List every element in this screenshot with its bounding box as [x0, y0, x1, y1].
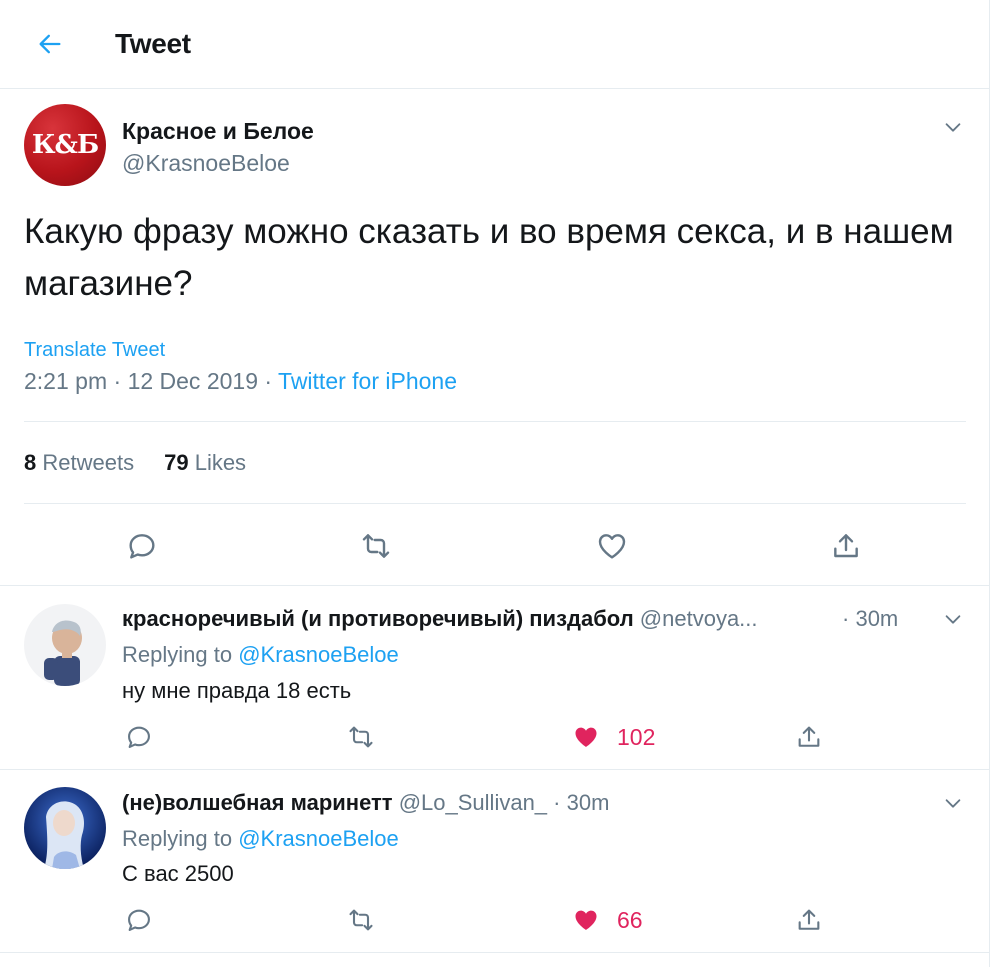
translate-tweet-link[interactable]: Translate Tweet: [24, 339, 165, 362]
section-divider: [0, 585, 990, 586]
divider: [24, 421, 966, 422]
retweet-button[interactable]: [343, 903, 379, 937]
reply-icon: [128, 726, 150, 748]
replying-to: Replying to @KrasnoeBeloe: [122, 826, 399, 852]
like-button[interactable]: [568, 903, 604, 937]
reply-text: С вас 2500: [122, 861, 234, 886]
tweet-text: Какую фразу можно сказать и во время сек…: [24, 212, 954, 303]
chevron-down-icon: [945, 615, 961, 624]
avatar[interactable]: [24, 787, 106, 869]
tweet-stats: 8 Retweets 79 Likes: [24, 450, 246, 476]
retweets-count: 8: [24, 450, 37, 475]
reply-icon: [129, 534, 155, 559]
reply-button[interactable]: [122, 720, 156, 754]
tweet-date[interactable]: 12 Dec 2019: [128, 368, 258, 394]
chevron-down-icon: [945, 123, 961, 132]
tweet-metadata: 2:21 pm · 12 Dec 2019 · Twitter for iPho…: [24, 368, 457, 395]
retweets-label: Retweets: [42, 450, 135, 475]
reply-author-name[interactable]: красноречивый (и противоречивый) пиздабо…: [122, 606, 634, 631]
like-count: 66: [617, 907, 643, 933]
reply-author-name[interactable]: (не)волшебная маринетт: [122, 790, 393, 815]
arrow-left-icon: [39, 34, 61, 54]
share-icon: [798, 726, 820, 747]
share-button[interactable]: [826, 526, 866, 566]
reply-menu-button[interactable]: [940, 790, 966, 816]
reply-menu-button[interactable]: [940, 606, 966, 632]
share-icon: [798, 909, 820, 930]
reply-header: красноречивый (и противоречивый) пиздабо…: [122, 606, 758, 632]
reply-author-handle[interactable]: @netvoya...: [640, 606, 758, 631]
avatar[interactable]: К&Б: [24, 104, 106, 186]
author-name[interactable]: Красное и Белое: [122, 118, 314, 145]
page-header: Tweet: [0, 0, 990, 89]
page-title: Tweet: [115, 28, 191, 59]
tweet-source-link[interactable]: Twitter for iPhone: [278, 368, 457, 394]
tweet-menu-button[interactable]: [940, 114, 966, 140]
heart-outline-icon: [598, 534, 626, 559]
reply-author-handle[interactable]: @Lo_Sullivan_: [399, 790, 547, 815]
share-icon: [834, 534, 858, 558]
like-button[interactable]: [592, 526, 632, 566]
like-button[interactable]: [568, 720, 604, 754]
reply-header: (не)волшебная маринетт @Lo_Sullivan_ · 3…: [122, 790, 609, 816]
share-button[interactable]: [792, 903, 826, 937]
likes-label: Likes: [194, 450, 247, 475]
reply-text: ну мне правда 18 есть: [122, 678, 352, 703]
timeline-column: Tweet К&Б Красное и Белое @KrasnoeBeloe …: [0, 0, 990, 967]
section-divider: [0, 952, 990, 953]
replying-prefix: Replying to: [122, 642, 233, 667]
share-button[interactable]: [792, 720, 826, 754]
author-handle[interactable]: @KrasnoeBeloe: [122, 150, 290, 177]
reply-button[interactable]: [122, 903, 156, 937]
back-button[interactable]: [30, 24, 70, 64]
heart-filled-icon: [575, 910, 597, 930]
replying-prefix: Replying to: [122, 826, 233, 851]
retweet-button[interactable]: [343, 720, 379, 754]
retweet-icon: [349, 909, 373, 931]
meta-separator: ·: [842, 606, 850, 631]
heart-filled-icon: [575, 727, 597, 747]
chevron-down-icon: [945, 799, 961, 808]
avatar[interactable]: [24, 604, 106, 686]
replying-to-link[interactable]: @KrasnoeBeloe: [238, 826, 399, 851]
replying-to-link[interactable]: @KrasnoeBeloe: [238, 642, 399, 667]
meta-separator: ·: [113, 368, 122, 394]
avatar-image: [24, 787, 106, 869]
reply-time[interactable]: 30m: [855, 606, 898, 631]
retweets-stat[interactable]: 8 Retweets: [24, 450, 134, 475]
reply-time-block: · 30m: [842, 606, 898, 632]
divider: [24, 503, 966, 504]
retweet-icon: [362, 534, 390, 558]
replying-to: Replying to @KrasnoeBeloe: [122, 642, 399, 668]
reply-time[interactable]: 30m: [567, 790, 610, 815]
avatar-image: [24, 604, 106, 686]
reply-button[interactable]: [122, 526, 162, 566]
retweet-icon: [349, 726, 373, 748]
tweet-time[interactable]: 2:21 pm: [24, 368, 107, 394]
retweet-button[interactable]: [355, 526, 397, 566]
reply-icon: [128, 909, 150, 931]
likes-count: 79: [164, 450, 189, 475]
like-count: 102: [617, 724, 656, 750]
meta-separator: ·: [553, 790, 561, 815]
section-divider: [0, 769, 990, 770]
meta-separator: ·: [264, 368, 273, 394]
likes-stat[interactable]: 79 Likes: [164, 450, 246, 475]
avatar-logo-text: К&Б: [31, 130, 99, 160]
